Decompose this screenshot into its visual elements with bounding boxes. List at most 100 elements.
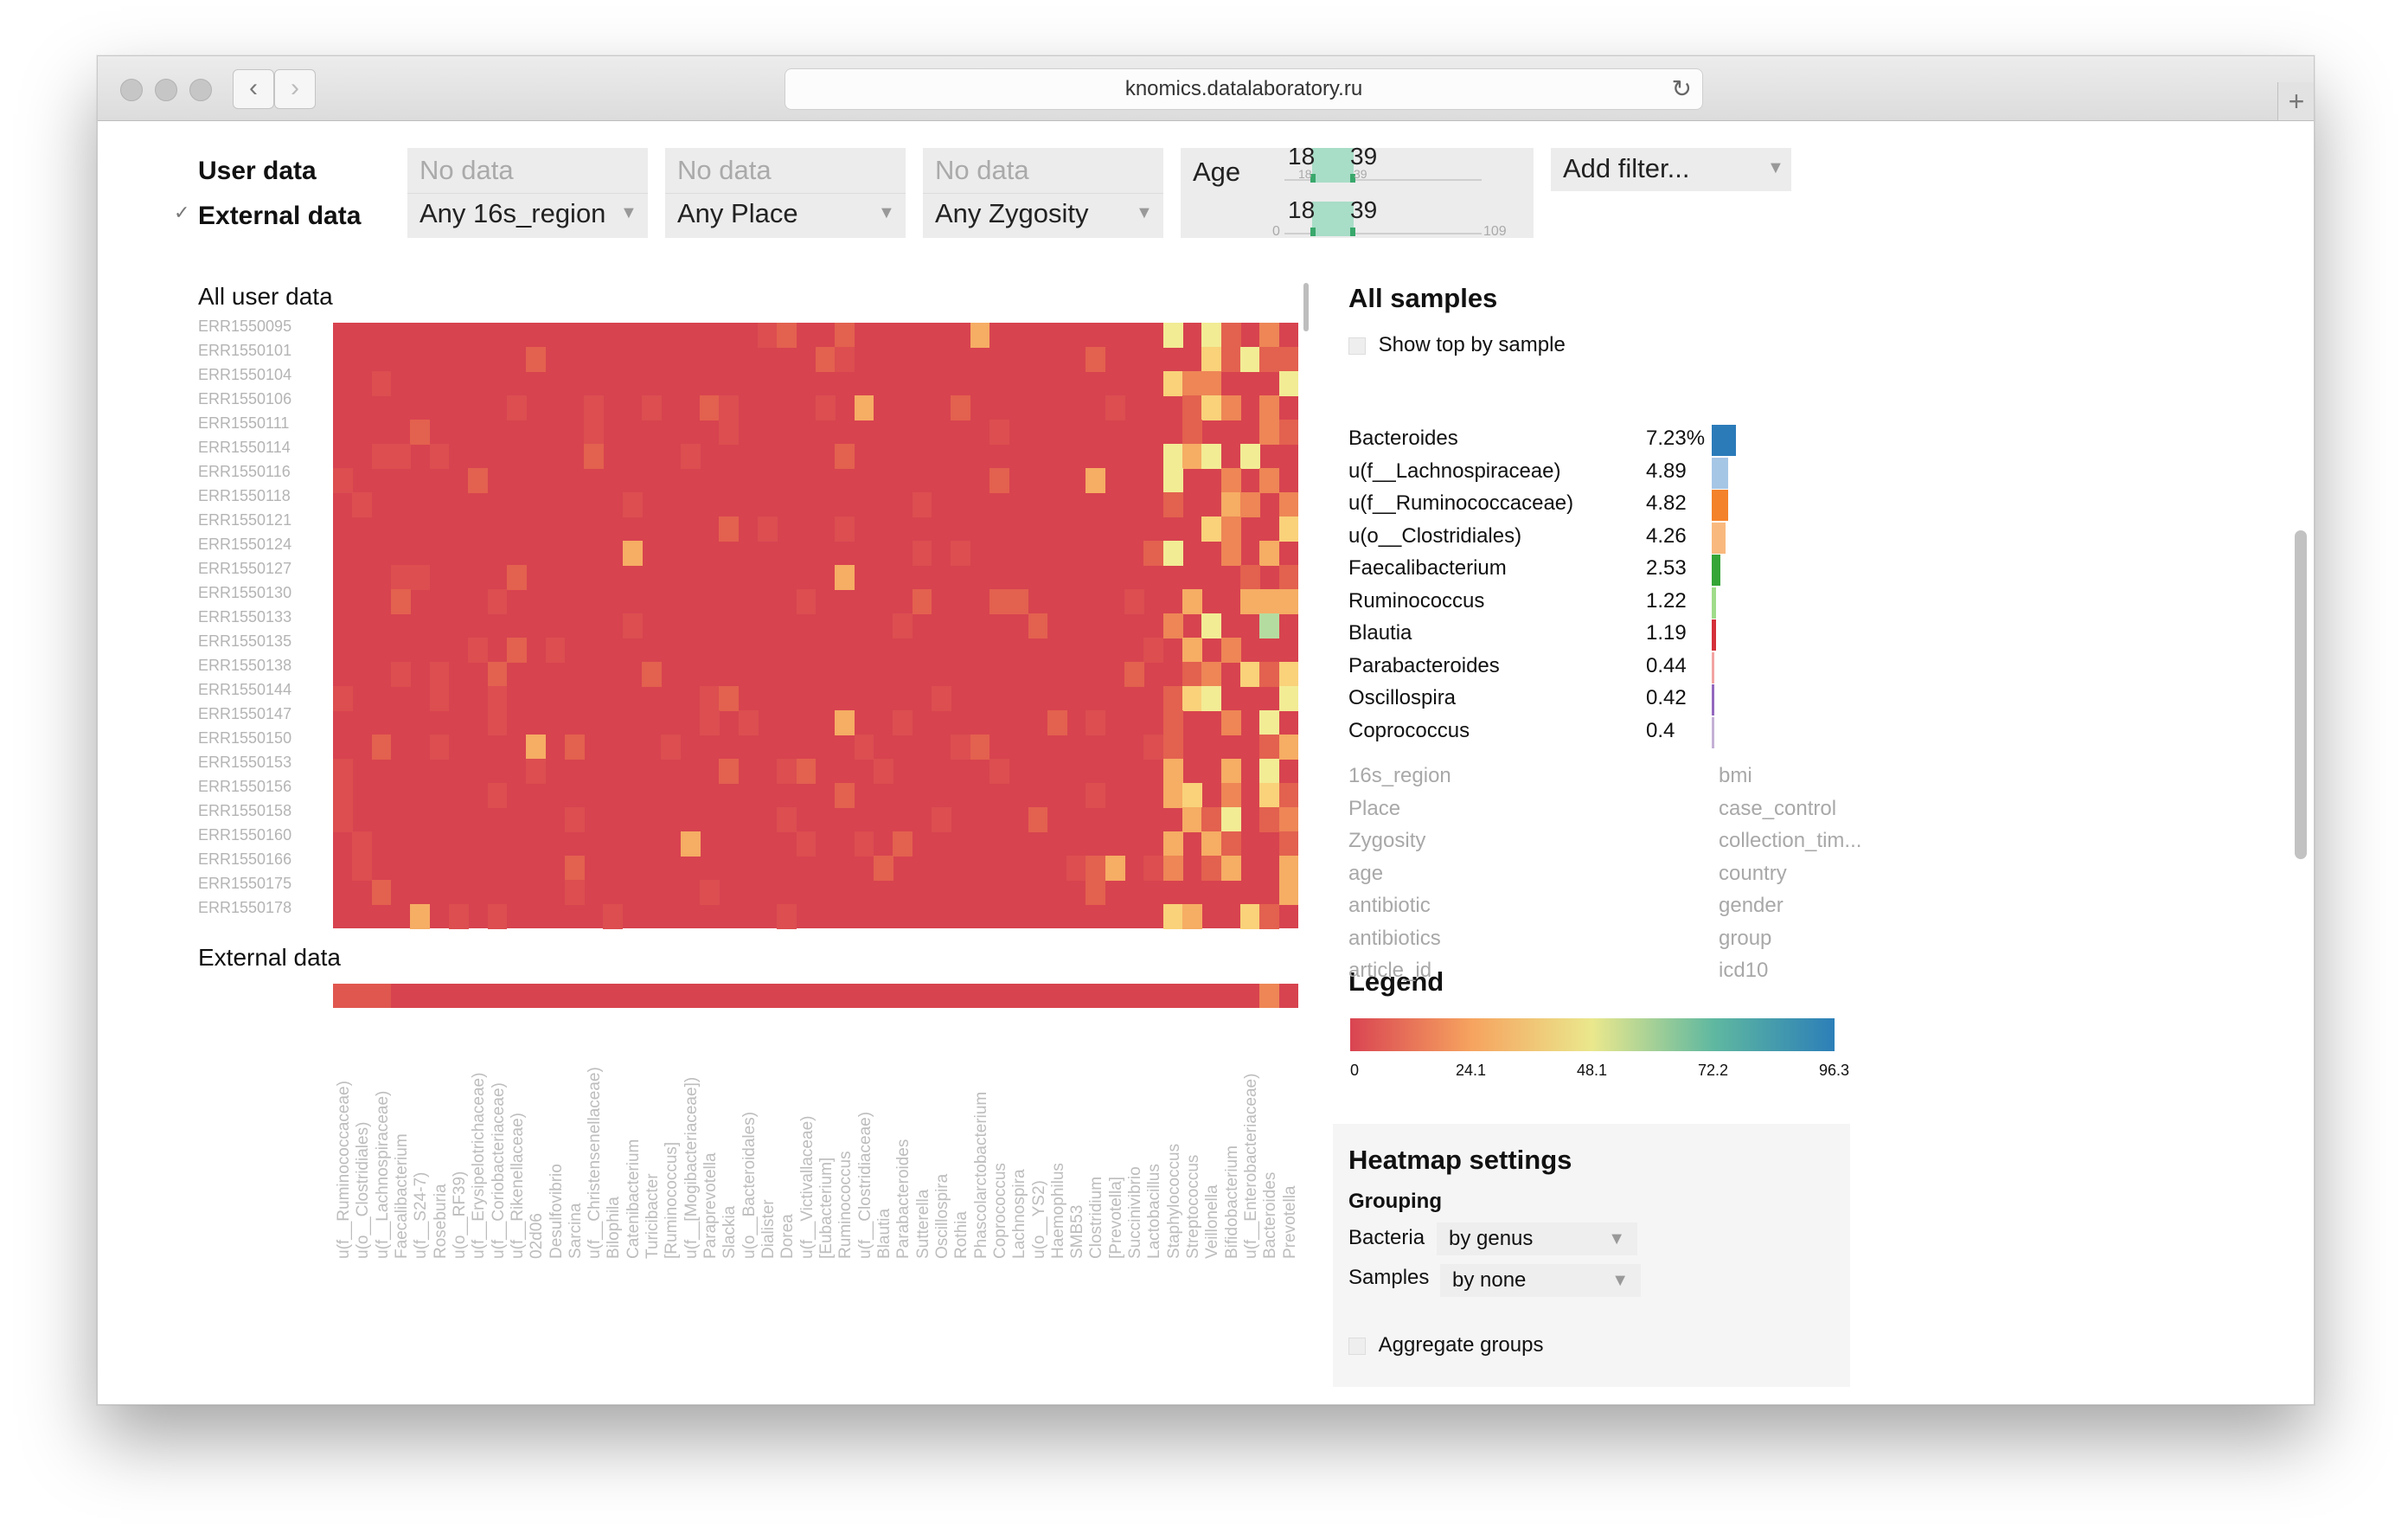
heatmap-cell[interactable] bbox=[1240, 565, 1260, 590]
heatmap-cell[interactable] bbox=[584, 395, 604, 420]
heatmap-cell[interactable] bbox=[1201, 347, 1222, 372]
heatmap-cell[interactable] bbox=[893, 613, 913, 638]
heatmap-cell[interactable] bbox=[1162, 492, 1183, 517]
metadata-field[interactable]: collection_tim... bbox=[1719, 829, 1861, 853]
heatmap-cell[interactable] bbox=[1259, 807, 1280, 832]
heatmap-cell[interactable] bbox=[719, 395, 740, 420]
heatmap-cell[interactable] bbox=[1162, 856, 1183, 881]
heatmap-cell[interactable] bbox=[1162, 468, 1183, 493]
heatmap-cell[interactable] bbox=[680, 444, 701, 469]
heatmap-cell[interactable] bbox=[487, 904, 508, 929]
heatmap-cell[interactable] bbox=[700, 395, 720, 420]
heatmap-cell[interactable] bbox=[390, 662, 411, 687]
show-top-checkbox[interactable]: Show top by sample bbox=[1348, 333, 1566, 357]
metadata-field[interactable]: antibiotics bbox=[1348, 927, 1441, 951]
heatmap-cell[interactable] bbox=[468, 638, 489, 663]
heatmap-cell[interactable] bbox=[1028, 613, 1048, 638]
heatmap-cell[interactable] bbox=[951, 735, 971, 760]
new-tab-button[interactable]: + bbox=[2277, 82, 2314, 120]
heatmap-cell[interactable] bbox=[1220, 395, 1241, 420]
heatmap-cell[interactable] bbox=[700, 880, 720, 905]
heatmap-cell[interactable] bbox=[1278, 492, 1299, 517]
heatmap-cell[interactable] bbox=[352, 984, 372, 1008]
heatmap-cell[interactable] bbox=[333, 759, 353, 784]
heatmap-cell[interactable] bbox=[1220, 783, 1241, 808]
heatmap-cell[interactable] bbox=[1105, 856, 1125, 881]
heatmap-cell[interactable] bbox=[1259, 710, 1280, 735]
heatmap-cell[interactable] bbox=[468, 468, 489, 493]
heatmap-cell[interactable] bbox=[352, 856, 373, 881]
heatmap-cell[interactable] bbox=[1259, 323, 1280, 348]
heatmap-cell[interactable] bbox=[1259, 347, 1280, 372]
heatmap-cell[interactable] bbox=[1201, 323, 1222, 348]
region-filter[interactable]: No data Any 16s_region ▼ bbox=[407, 148, 648, 238]
heatmap-cell[interactable] bbox=[1259, 395, 1280, 420]
heatmap-cell[interactable] bbox=[816, 395, 836, 420]
heatmap-cell[interactable] bbox=[738, 710, 759, 735]
heatmap-cell[interactable] bbox=[352, 831, 373, 857]
heatmap-cell[interactable] bbox=[1162, 541, 1183, 566]
heatmap-cell[interactable] bbox=[719, 517, 740, 542]
heatmap-cell[interactable] bbox=[1124, 662, 1144, 687]
heatmap-cell[interactable] bbox=[777, 904, 797, 929]
heatmap-cell[interactable] bbox=[1009, 589, 1028, 614]
heatmap-cell[interactable] bbox=[835, 323, 855, 348]
heatmap-cell[interactable] bbox=[564, 880, 585, 905]
heatmap-cell[interactable] bbox=[1278, 831, 1299, 857]
heatmap-cell[interactable] bbox=[333, 984, 353, 1008]
heatmap-cell[interactable] bbox=[1240, 492, 1260, 517]
heatmap-cell[interactable] bbox=[487, 662, 508, 687]
heatmap-cell[interactable] bbox=[777, 323, 797, 348]
heatmap-cell[interactable] bbox=[835, 783, 855, 808]
heatmap-cell[interactable] bbox=[506, 395, 527, 420]
heatmap-cell[interactable] bbox=[854, 831, 874, 857]
add-filter-select[interactable]: Add filter... ▼ bbox=[1551, 148, 1791, 191]
heatmap-cell[interactable] bbox=[1162, 613, 1183, 638]
heatmap-cell[interactable] bbox=[854, 735, 874, 760]
heatmap-cell[interactable] bbox=[1182, 395, 1202, 420]
heatmap-cell[interactable] bbox=[603, 904, 624, 929]
heatmap-cell[interactable] bbox=[1259, 735, 1280, 760]
heatmap-cell[interactable] bbox=[835, 565, 855, 590]
heatmap-cell[interactable] bbox=[1278, 420, 1299, 445]
heatmap-cell[interactable] bbox=[1162, 735, 1183, 760]
heatmap-cell[interactable] bbox=[1105, 395, 1125, 420]
heatmap-cell[interactable] bbox=[1182, 662, 1202, 687]
reload-icon[interactable]: ↻ bbox=[1672, 69, 1692, 109]
heatmap-cell[interactable] bbox=[1143, 638, 1164, 663]
heatmap-cell[interactable] bbox=[1220, 323, 1241, 348]
heatmap-cell[interactable] bbox=[1086, 856, 1106, 881]
heatmap-cell[interactable] bbox=[429, 444, 450, 469]
heatmap-cell[interactable] bbox=[835, 347, 855, 372]
heatmap-cell[interactable] bbox=[1278, 589, 1299, 614]
heatmap-cell[interactable] bbox=[1259, 541, 1280, 566]
heatmap-cell[interactable] bbox=[1278, 347, 1299, 372]
metadata-field[interactable]: antibiotic bbox=[1348, 894, 1431, 918]
heatmap-cell[interactable] bbox=[429, 735, 450, 760]
heatmap-cell[interactable] bbox=[1220, 638, 1241, 663]
heatmap-cell[interactable] bbox=[564, 856, 585, 881]
heatmap-cell[interactable] bbox=[545, 638, 566, 663]
heatmap-cell[interactable] bbox=[951, 395, 971, 420]
heatmap-cell[interactable] bbox=[333, 783, 353, 808]
heatmap-cell[interactable] bbox=[371, 735, 392, 760]
heatmap-cell[interactable] bbox=[758, 517, 778, 542]
age-ext-max-handle[interactable] bbox=[1350, 228, 1355, 236]
heatmap-cell[interactable] bbox=[1162, 686, 1183, 711]
heatmap-cell[interactable] bbox=[1259, 984, 1279, 1008]
minimize-window-button[interactable] bbox=[155, 79, 177, 101]
heatmap-cell[interactable] bbox=[333, 686, 353, 711]
heatmap-cell[interactable] bbox=[1124, 589, 1144, 614]
heatmap-cell[interactable] bbox=[1220, 759, 1241, 784]
heatmap-cell[interactable] bbox=[1220, 856, 1241, 881]
heatmap-cell[interactable] bbox=[1278, 517, 1299, 542]
heatmap-cell[interactable] bbox=[1047, 710, 1067, 735]
heatmap-cell[interactable] bbox=[700, 710, 720, 735]
heatmap-cell[interactable] bbox=[642, 395, 662, 420]
user-heatmap[interactable] bbox=[333, 323, 1299, 929]
heatmap-cell[interactable] bbox=[526, 759, 546, 784]
metadata-field[interactable]: Zygosity bbox=[1348, 829, 1425, 853]
heatmap-cell[interactable] bbox=[1278, 371, 1299, 396]
metadata-field[interactable]: age bbox=[1348, 862, 1383, 886]
heatmap-cell[interactable] bbox=[1182, 638, 1202, 663]
